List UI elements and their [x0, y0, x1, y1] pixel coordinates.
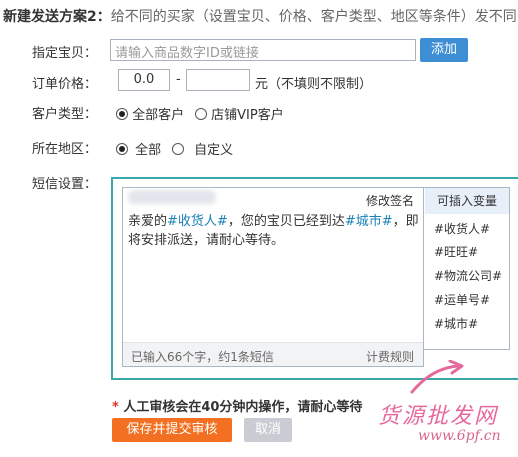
sms-label: 短信设置： [32, 177, 98, 192]
region-all-option[interactable]: 全部 [116, 139, 161, 158]
variable-item[interactable]: #旺旺# [434, 243, 478, 260]
plan-title: 新建发送方案2： [3, 9, 111, 25]
region-custom-option[interactable]: 自定义 [172, 139, 233, 158]
price-label: 订单价格： [32, 77, 98, 92]
sms-counter-text: 已输入66个字，约1条短信 [131, 350, 274, 364]
customer-type-vip-label: 店铺VIP客户 [211, 108, 284, 123]
sms-counter-bar: 已输入66个字，约1条短信 计费规则 [123, 342, 423, 366]
customer-type-label: 客户类型： [32, 107, 98, 122]
message-variable: #收货人# [167, 214, 228, 229]
watermark-arrow-icon [410, 360, 464, 394]
edit-signature-link[interactable]: 修改签名 [366, 192, 414, 209]
region-label: 所在地区： [32, 142, 98, 157]
add-product-button[interactable]: 添加 [420, 38, 468, 62]
signature-blurred [128, 190, 216, 204]
billing-rules-link[interactable]: 计费规则 [366, 348, 414, 365]
variable-item[interactable]: #收货人# [434, 220, 490, 237]
region-custom-label: 自定义 [194, 143, 234, 158]
radio-unselected-icon[interactable] [195, 108, 207, 120]
variables-title: 可插入变量 [425, 188, 509, 214]
variable-item[interactable]: #物流公司# [434, 267, 502, 284]
radio-selected-icon[interactable] [116, 108, 128, 120]
price-min-input[interactable]: 0.0 [118, 69, 170, 91]
variable-item[interactable]: #城市# [434, 315, 478, 332]
required-star: * [112, 400, 119, 415]
price-separator: - [176, 72, 181, 87]
message-variable: #城市# [344, 214, 393, 229]
message-part: ，您的宝贝已经到达 [227, 214, 345, 229]
customer-type-all-label: 全部客户 [132, 108, 185, 123]
watermark-logo: 货源批发网 [378, 404, 499, 429]
customer-type-vip-option[interactable]: 店铺VIP客户 [195, 104, 284, 123]
cancel-button[interactable]: 取消 [244, 418, 292, 442]
message-part: 亲爱的 [128, 214, 168, 229]
plan-title-row: 新建发送方案2：给不同的买家（设置宝贝、价格、客户类型、地区等条件）发不同 [3, 6, 517, 26]
review-notice: * 人工审核会在40分钟内操作，请耐心等待 [112, 396, 362, 415]
customer-type-all-option[interactable]: 全部客户 [116, 104, 184, 123]
product-label: 指定宝贝： [32, 46, 98, 61]
watermark-url: www.6pf.cn [418, 428, 501, 444]
region-all-label: 全部 [135, 143, 162, 158]
review-notice-text: 人工审核会在40分钟内操作，请耐心等待 [118, 400, 363, 415]
price-max-input[interactable] [186, 69, 250, 91]
radio-unselected-icon[interactable] [172, 143, 184, 155]
variable-item[interactable]: #运单号# [434, 291, 490, 308]
radio-selected-icon[interactable] [116, 143, 128, 155]
product-input[interactable]: 请输入商品数字ID或链接 [110, 39, 416, 61]
save-submit-button[interactable]: 保存并提交审核 [112, 418, 232, 442]
sms-message-text[interactable]: 亲爱的#收货人#，您的宝贝已经到达#城市#，即将安排派送，请耐心等待。 [128, 212, 420, 250]
plan-description: 给不同的买家（设置宝贝、价格、客户类型、地区等条件）发不同 [110, 9, 517, 25]
price-unit-note: 元（不填则不限制） [255, 77, 373, 92]
